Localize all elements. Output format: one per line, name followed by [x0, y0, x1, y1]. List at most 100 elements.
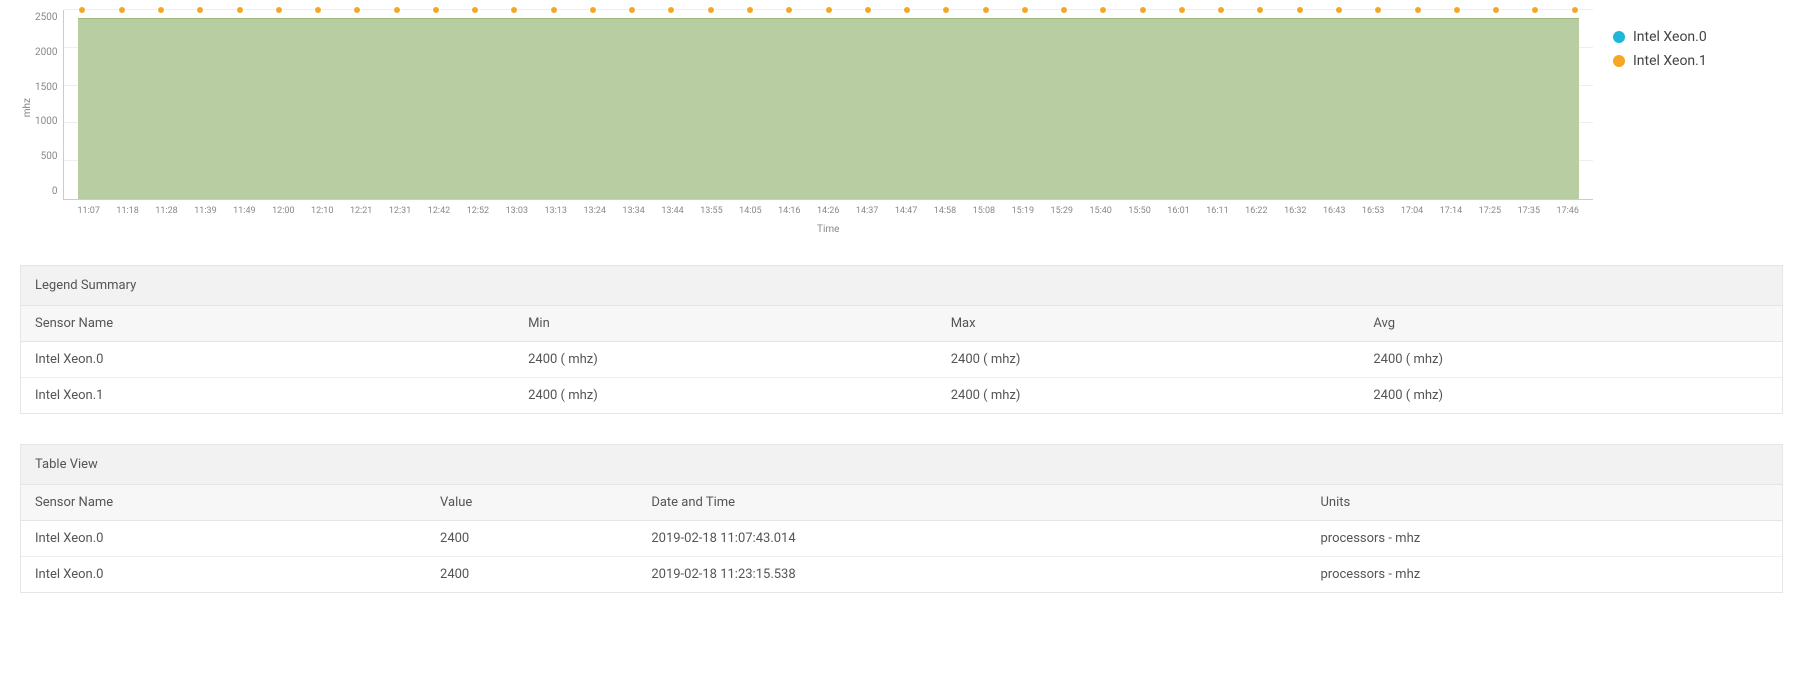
col-max: Max	[937, 306, 1360, 342]
x-tick: 14:37	[856, 206, 878, 216]
data-point[interactable]	[353, 6, 361, 14]
x-tick: 12:00	[272, 206, 294, 216]
x-tick: 14:47	[895, 206, 917, 216]
data-point[interactable]	[432, 6, 440, 14]
data-point[interactable]	[589, 6, 597, 14]
cell-sensor: Intel Xeon.0	[21, 342, 514, 378]
data-point[interactable]	[1217, 6, 1225, 14]
x-tick: 17:25	[1479, 206, 1501, 216]
data-point[interactable]	[1492, 6, 1500, 14]
col-sensor: Sensor Name	[21, 306, 514, 342]
data-point[interactable]	[510, 6, 518, 14]
data-point[interactable]	[275, 6, 283, 14]
x-tick: 16:22	[1245, 206, 1267, 216]
cell-max: 2400 ( mhz)	[937, 342, 1360, 378]
y-tick: 2500	[35, 12, 57, 23]
x-tick: 11:07	[77, 206, 99, 216]
data-point[interactable]	[550, 6, 558, 14]
chart-legend: Intel Xeon.0Intel Xeon.1	[1613, 10, 1783, 73]
data-point[interactable]	[1021, 6, 1029, 14]
legend-item[interactable]: Intel Xeon.0	[1613, 25, 1783, 49]
table-view-table: Sensor Name Value Date and Time Units In…	[21, 485, 1782, 592]
data-point[interactable]	[314, 6, 322, 14]
data-point[interactable]	[1139, 6, 1147, 14]
legend-summary-panel: Legend Summary Sensor Name Min Max Avg I…	[20, 265, 1783, 414]
data-point[interactable]	[78, 6, 86, 14]
x-tick: 14:16	[778, 206, 800, 216]
data-point[interactable]	[236, 6, 244, 14]
y-axis-ticks: 25002000150010005000	[35, 12, 63, 197]
data-point[interactable]	[628, 6, 636, 14]
data-point[interactable]	[667, 6, 675, 14]
legend-item[interactable]: Intel Xeon.1	[1613, 49, 1783, 73]
x-tick: 12:10	[311, 206, 333, 216]
col-value: Value	[426, 485, 637, 521]
cell-sensor: Intel Xeon.1	[21, 378, 514, 414]
x-tick: 15:50	[1128, 206, 1150, 216]
y-axis-label: mhz	[20, 98, 35, 117]
legend-swatch	[1613, 55, 1625, 67]
data-point[interactable]	[825, 6, 833, 14]
data-point[interactable]	[1060, 6, 1068, 14]
data-point[interactable]	[942, 6, 950, 14]
x-tick: 17:14	[1440, 206, 1462, 216]
data-point[interactable]	[1099, 6, 1107, 14]
x-tick: 13:24	[583, 206, 605, 216]
cell-units: processors - mhz	[1307, 557, 1783, 593]
col-units: Units	[1307, 485, 1783, 521]
data-point[interactable]	[471, 6, 479, 14]
cell-sensor: Intel Xeon.0	[21, 521, 426, 557]
cell-value: 2400	[426, 521, 637, 557]
table-row: Intel Xeon.024002019-02-18 11:07:43.014p…	[21, 521, 1782, 557]
cell-min: 2400 ( mhz)	[514, 342, 937, 378]
data-point[interactable]	[1414, 6, 1422, 14]
data-point[interactable]	[707, 6, 715, 14]
legend-summary-table: Sensor Name Min Max Avg Intel Xeon.02400…	[21, 306, 1782, 413]
data-point[interactable]	[118, 6, 126, 14]
data-point[interactable]	[903, 6, 911, 14]
data-point[interactable]	[785, 6, 793, 14]
data-point[interactable]	[1256, 6, 1264, 14]
data-point[interactable]	[1531, 6, 1539, 14]
cell-avg: 2400 ( mhz)	[1359, 342, 1782, 378]
table-view-panel: Table View Sensor Name Value Date and Ti…	[20, 444, 1783, 593]
cell-value: 2400	[426, 557, 637, 593]
cell-max: 2400 ( mhz)	[937, 378, 1360, 414]
data-point[interactable]	[196, 6, 204, 14]
x-axis-ticks: 11:0711:1811:2811:3911:4912:0012:1012:21…	[63, 200, 1593, 216]
x-tick: 17:35	[1518, 206, 1540, 216]
y-tick: 1000	[35, 116, 57, 127]
data-point[interactable]	[982, 6, 990, 14]
cell-datetime: 2019-02-18 11:23:15.538	[637, 557, 1306, 593]
data-point[interactable]	[1178, 6, 1186, 14]
x-tick: 16:01	[1167, 206, 1189, 216]
data-point[interactable]	[1374, 6, 1382, 14]
data-point[interactable]	[1453, 6, 1461, 14]
data-point[interactable]	[1571, 6, 1579, 14]
x-tick: 14:26	[817, 206, 839, 216]
x-tick: 15:08	[973, 206, 995, 216]
col-datetime: Date and Time	[637, 485, 1306, 521]
data-point[interactable]	[864, 6, 872, 14]
cell-datetime: 2019-02-18 11:07:43.014	[637, 521, 1306, 557]
x-tick: 11:28	[155, 206, 177, 216]
table-row: Intel Xeon.12400 ( mhz)2400 ( mhz)2400 (…	[21, 378, 1782, 414]
data-point[interactable]	[1296, 6, 1304, 14]
data-point[interactable]	[1335, 6, 1343, 14]
x-tick: 12:21	[350, 206, 372, 216]
cell-min: 2400 ( mhz)	[514, 378, 937, 414]
x-tick: 13:13	[545, 206, 567, 216]
x-tick: 16:43	[1323, 206, 1345, 216]
x-tick: 14:05	[739, 206, 761, 216]
x-tick: 16:11	[1206, 206, 1228, 216]
x-tick: 17:46	[1557, 206, 1579, 216]
x-tick: 15:40	[1089, 206, 1111, 216]
x-tick: 17:04	[1401, 206, 1423, 216]
chart-plot[interactable]	[63, 10, 1593, 200]
data-point[interactable]	[157, 6, 165, 14]
data-point[interactable]	[393, 6, 401, 14]
y-tick: 500	[35, 151, 57, 162]
x-tick: 13:44	[661, 206, 683, 216]
data-point[interactable]	[746, 6, 754, 14]
col-min: Min	[514, 306, 937, 342]
